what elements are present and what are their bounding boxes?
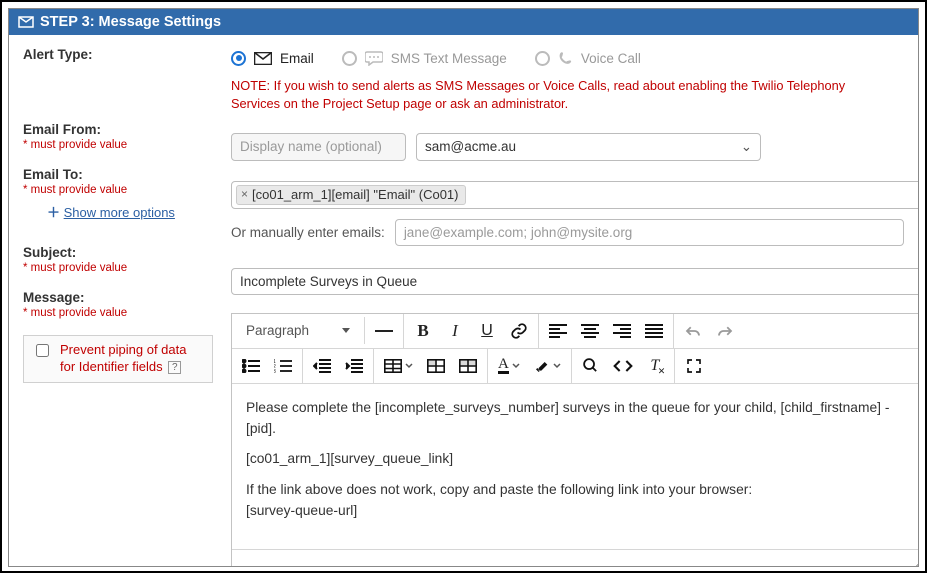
- underline-button[interactable]: U: [474, 318, 500, 344]
- alert-type-voice-label: Voice Call: [581, 51, 641, 66]
- envelope-icon: [254, 52, 272, 65]
- clear-formatting-button[interactable]: T✕: [642, 353, 668, 379]
- email-to-label: Email To:: [23, 167, 219, 182]
- radio-off-icon: [342, 51, 357, 66]
- phone-icon: [558, 51, 573, 66]
- message-line: Please complete the [incomplete_surveys_…: [246, 398, 916, 439]
- radio-off-icon: [535, 51, 550, 66]
- chevron-down-icon: [342, 328, 350, 333]
- subject-input[interactable]: Incomplete Surveys in Queue: [231, 268, 919, 295]
- sms-icon: [365, 51, 383, 66]
- alert-type-voice[interactable]: Voice Call: [535, 51, 641, 66]
- chevron-down-icon: ⌄: [741, 139, 752, 155]
- email-from-required: * must provide value: [23, 139, 219, 151]
- outdent-button[interactable]: [309, 353, 335, 379]
- indent-button[interactable]: [341, 353, 367, 379]
- prevent-piping-box: Prevent piping of data for Identifier fi…: [23, 335, 213, 383]
- prevent-piping-checkbox[interactable]: [36, 344, 49, 357]
- manual-entry-label: Or manually enter emails:: [231, 225, 385, 240]
- horizontal-rule-button[interactable]: [371, 318, 397, 344]
- find-replace-button[interactable]: [578, 353, 604, 379]
- table-button[interactable]: [380, 353, 417, 379]
- manual-emails-input[interactable]: jane@example.com; john@mysite.org: [395, 219, 904, 246]
- align-right-button[interactable]: [609, 318, 635, 344]
- message-editor-area[interactable]: Please complete the [incomplete_surveys_…: [232, 384, 919, 549]
- source-code-button[interactable]: [610, 353, 636, 379]
- align-justify-button[interactable]: [641, 318, 667, 344]
- number-list-button[interactable]: 123: [270, 353, 296, 379]
- twilio-note: NOTE: If you wish to send alerts as SMS …: [231, 77, 871, 113]
- editor-statusbar: [232, 549, 919, 567]
- from-address-value: sam@acme.au: [425, 139, 516, 154]
- redo-button[interactable]: [712, 318, 738, 344]
- alert-type-label: Alert Type:: [23, 47, 219, 62]
- align-left-button[interactable]: [545, 318, 571, 344]
- table-cell-button[interactable]: [423, 353, 449, 379]
- alert-type-sms-label: SMS Text Message: [391, 51, 507, 66]
- bullet-list-button[interactable]: [238, 353, 264, 379]
- align-center-button[interactable]: [577, 318, 603, 344]
- radio-on-icon: [231, 51, 246, 66]
- svg-text:3: 3: [274, 369, 276, 373]
- undo-button[interactable]: [680, 318, 706, 344]
- email-to-required: * must provide value: [23, 184, 219, 196]
- fullscreen-button[interactable]: [681, 353, 707, 379]
- alert-type-sms[interactable]: SMS Text Message: [342, 51, 507, 66]
- show-more-options-link[interactable]: Show more options: [64, 205, 175, 220]
- email-to-tag-text: [co01_arm_1][email] "Email" (Co01): [252, 187, 458, 202]
- bold-button[interactable]: B: [410, 318, 436, 344]
- italic-button[interactable]: I: [442, 318, 468, 344]
- message-label: Message:: [23, 290, 219, 305]
- tag-remove-icon[interactable]: ×: [241, 187, 248, 201]
- help-icon[interactable]: ?: [168, 361, 181, 374]
- text-color-button[interactable]: A: [494, 353, 524, 379]
- paragraph-format-label: Paragraph: [246, 323, 309, 338]
- message-line: If the link above does not work, copy an…: [246, 480, 916, 521]
- table-row-button[interactable]: [455, 353, 481, 379]
- highlight-color-button[interactable]: [530, 353, 565, 379]
- alert-type-email[interactable]: Email: [231, 51, 314, 66]
- email-to-tag[interactable]: × [co01_arm_1][email] "Email" (Co01): [236, 185, 466, 205]
- email-to-tagbox[interactable]: × [co01_arm_1][email] "Email" (Co01): [231, 181, 919, 209]
- from-address-select[interactable]: sam@acme.au ⌄: [416, 133, 761, 161]
- section-header: STEP 3: Message Settings: [9, 9, 918, 35]
- subject-label: Subject:: [23, 245, 219, 260]
- paragraph-format-select[interactable]: Paragraph: [238, 321, 358, 340]
- subject-required: * must provide value: [23, 262, 219, 274]
- from-display-name-input[interactable]: Display name (optional): [231, 133, 406, 161]
- email-from-label: Email From:: [23, 122, 219, 137]
- envelope-icon: [18, 16, 34, 28]
- message-required: * must provide value: [23, 307, 219, 319]
- alert-type-email-label: Email: [280, 51, 314, 66]
- resize-grip-icon[interactable]: [916, 554, 919, 566]
- link-button[interactable]: [506, 318, 532, 344]
- show-more-options[interactable]: ＋ Show more options: [47, 202, 219, 221]
- section-title: STEP 3: Message Settings: [40, 14, 221, 30]
- message-line: [co01_arm_1][survey_queue_link]: [246, 449, 916, 470]
